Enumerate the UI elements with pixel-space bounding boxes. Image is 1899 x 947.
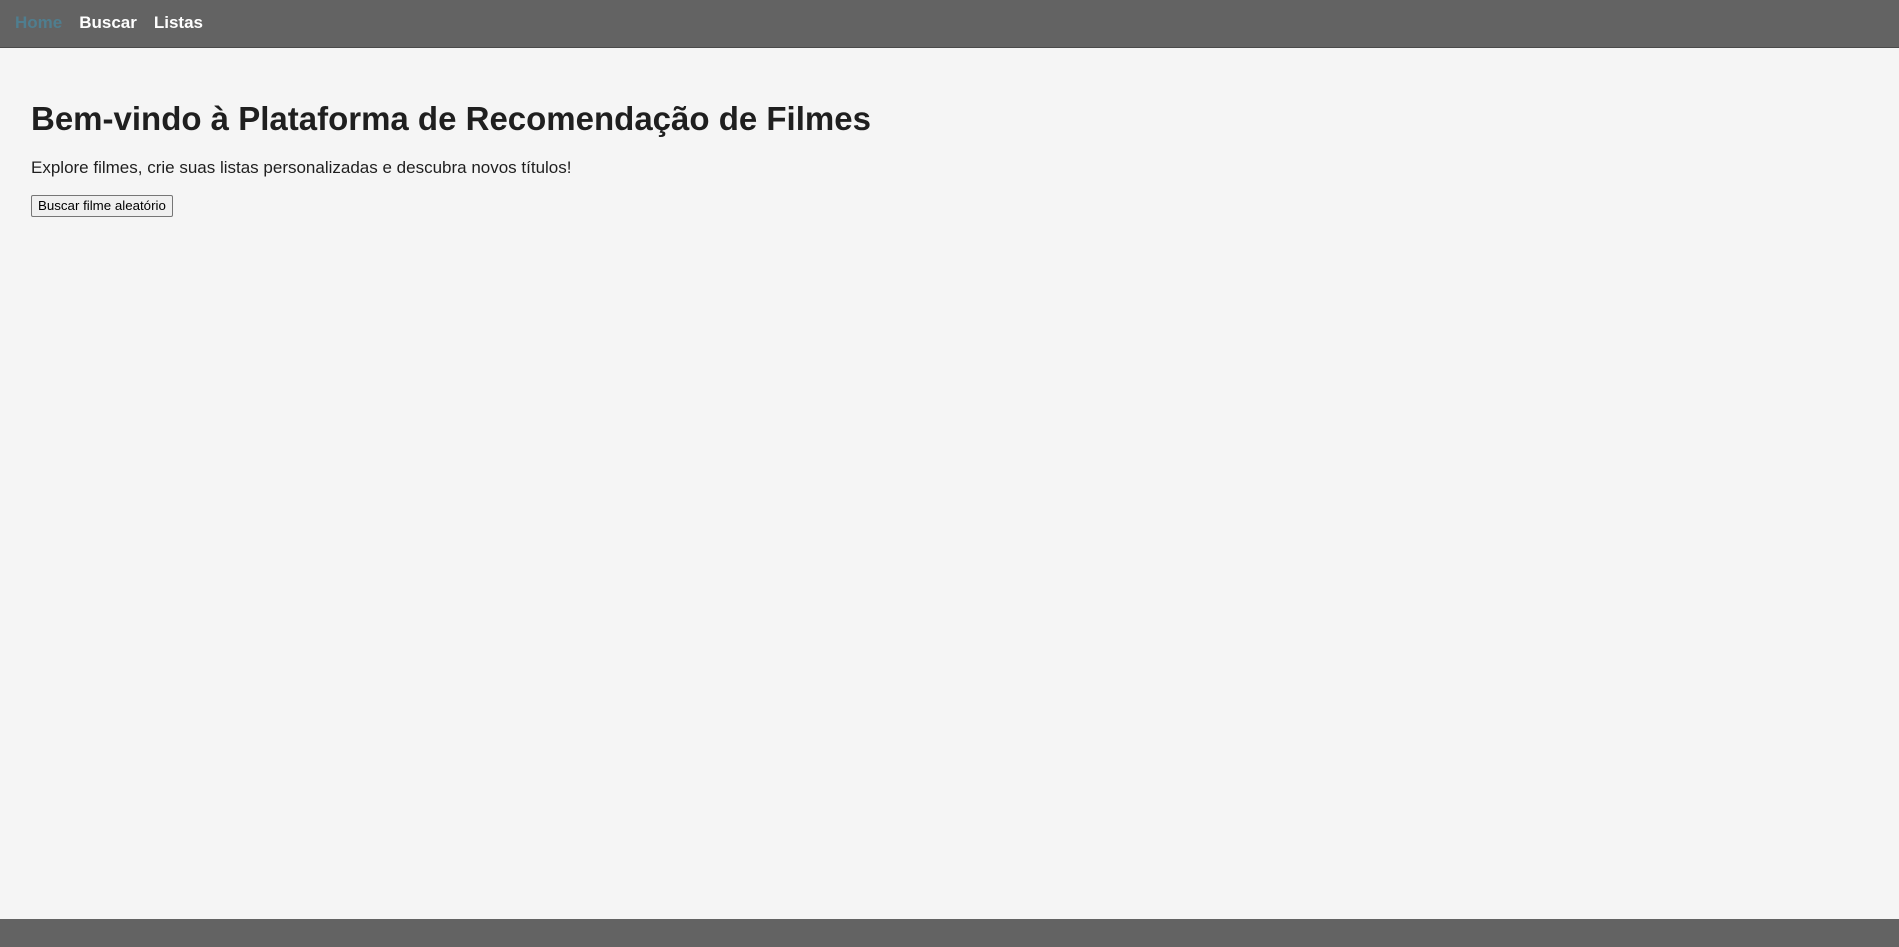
nav-link-listas[interactable]: Listas (154, 14, 203, 31)
nav-link-buscar[interactable]: Buscar (79, 14, 137, 31)
top-navbar: Home Buscar Listas (0, 0, 1899, 48)
nav-link-home[interactable]: Home (15, 14, 62, 31)
intro-text: Explore filmes, crie suas listas persona… (31, 158, 572, 177)
footer-bar (0, 919, 1899, 947)
main-content: Bem-vindo à Plataforma de Recomendação d… (0, 48, 1899, 919)
random-movie-button[interactable]: Buscar filme aleatório (31, 195, 173, 217)
page-title: Bem-vindo à Plataforma de Recomendação d… (31, 100, 871, 137)
